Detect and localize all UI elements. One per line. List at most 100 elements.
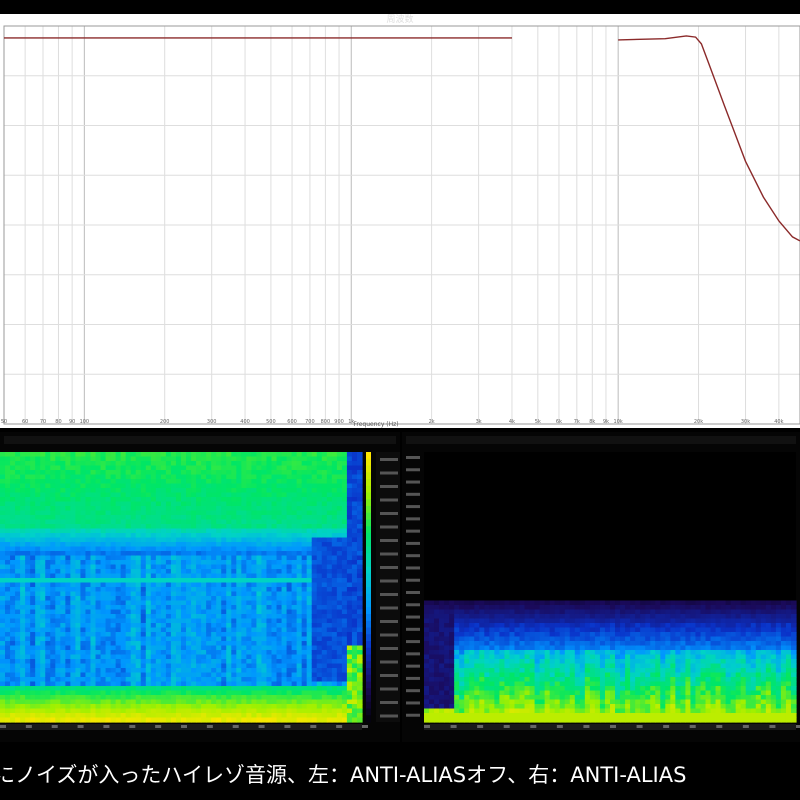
- spectrogram-cell: [326, 668, 333, 674]
- spectrogram-cell: [464, 686, 470, 692]
- spectrogram-cell: [236, 645, 242, 651]
- spectrogram-cell: [191, 686, 197, 692]
- spectrogram-cell: [175, 695, 182, 701]
- spectrogram-cell: [216, 605, 222, 611]
- spectrogram-cell: [70, 690, 77, 696]
- spectrogram-cell: [221, 609, 227, 615]
- spectrogram-cell: [75, 560, 82, 566]
- spectrogram-cell: [226, 695, 232, 701]
- spectrogram-cell: [95, 510, 102, 516]
- spectrogram-cell: [135, 605, 142, 611]
- spectrogram-cell: [261, 600, 268, 606]
- spectrogram-cell: [125, 605, 132, 611]
- spectrogram-cell: [464, 645, 470, 651]
- spectrogram-cell: [15, 605, 21, 611]
- colorbar-step: [366, 661, 371, 669]
- spectrogram-cell: [326, 519, 333, 525]
- spectrogram-cell: [95, 488, 102, 494]
- spectrogram-cell: [216, 506, 222, 512]
- spectrogram-cell: [55, 560, 61, 566]
- spectrogram-cell: [311, 686, 318, 692]
- spectrogram-cell: [181, 582, 187, 588]
- spectrogram-cell: [155, 681, 162, 687]
- spectrogram-cell: [165, 596, 172, 602]
- colorbar-tick: [380, 552, 398, 556]
- spectrogram-cell: [160, 618, 167, 624]
- spectrogram-cell: [256, 668, 263, 674]
- spectrogram-cell: [15, 618, 21, 624]
- spectrogram-cell: [286, 573, 293, 579]
- spectrogram-cell: [140, 555, 147, 561]
- spectrogram-cell: [65, 461, 71, 467]
- spectrogram-cell: [125, 699, 132, 705]
- spectrogram-cell: [291, 681, 298, 687]
- spectrogram-cell: [0, 623, 6, 629]
- spectrogram-cell: [464, 708, 470, 714]
- spectrogram-cell: [241, 497, 247, 503]
- spectrogram-cell: [236, 470, 242, 476]
- spectrogram-cell: [499, 677, 506, 683]
- spectrogram-cell: [424, 672, 430, 678]
- spectrogram-cell: [484, 690, 490, 696]
- spectrogram-cell: [351, 519, 358, 525]
- spectrogram-cell: [10, 650, 16, 656]
- spectrogram-cell: [5, 488, 11, 494]
- spectrogram-cell: [479, 654, 485, 660]
- spectrogram-cell: [201, 641, 207, 647]
- spectrogram-cell: [65, 564, 71, 570]
- spectrogram-cell: [5, 501, 11, 507]
- spectrogram-cell: [70, 456, 77, 462]
- spectrogram-cell: [341, 456, 348, 462]
- spectrogram-cell: [110, 645, 117, 651]
- spectrogram-cell: [211, 636, 217, 642]
- spectrogram-cell: [201, 483, 207, 489]
- spectrogram-cell: [201, 470, 207, 476]
- spectrogram-cell: [145, 483, 152, 489]
- spectrogram-cell: [444, 623, 450, 629]
- spectrogram-cell: [236, 708, 242, 714]
- spectrogram-cell: [346, 636, 353, 642]
- spectrogram-cell: [231, 587, 237, 593]
- spectrogram-cell: [316, 650, 323, 656]
- spectrogram-cell: [55, 713, 61, 719]
- spectrogram-cell: [5, 654, 11, 660]
- spectrogram-cell: [336, 668, 343, 674]
- spectrogram-cell: [251, 668, 258, 674]
- spectrogram-cell: [155, 641, 162, 647]
- spectrogram-cell: [30, 686, 36, 692]
- spectrogram-cell: [150, 528, 157, 534]
- spectrogram-cell: [75, 650, 82, 656]
- spectrogram-cell: [301, 650, 308, 656]
- spectrogram-cell: [110, 501, 117, 507]
- spectrogram-cell: [251, 627, 258, 633]
- spectrogram-cell: [70, 636, 77, 642]
- spectrogram-cell: [296, 546, 303, 552]
- spectrogram-cell: [170, 573, 177, 579]
- spectrogram-cell: [356, 623, 363, 629]
- spectrogram-cell: [296, 470, 303, 476]
- spectrogram-cell: [170, 479, 177, 485]
- spectrogram-cell: [439, 690, 445, 696]
- spectrogram-cell: [150, 591, 157, 597]
- spectrogram-cell: [60, 573, 66, 579]
- spectrogram-cell: [509, 713, 516, 719]
- spectrogram-cell: [321, 713, 328, 719]
- spectrogram-cell: [75, 470, 82, 476]
- spectrogram-cell: [181, 470, 187, 476]
- time-tick: [0, 725, 6, 728]
- spectrogram-cell: [276, 690, 283, 696]
- spectrogram-cell: [356, 699, 363, 705]
- spectrogram-cell: [80, 479, 87, 485]
- spectrogram-cell: [140, 506, 147, 512]
- spectrogram-cell: [479, 690, 485, 696]
- spectrogram-cell: [165, 708, 172, 714]
- spectrogram-cell: [145, 591, 152, 597]
- spectrogram-cell: [155, 645, 162, 651]
- spectrogram-cell: [286, 569, 293, 575]
- spectrogram-cell: [15, 461, 21, 467]
- spectrogram-cell: [130, 510, 137, 516]
- spectrogram-cell: [326, 492, 333, 498]
- spectrogram-cell: [484, 600, 490, 606]
- spectrogram-cell: [331, 614, 338, 620]
- spectrogram-cell: [236, 569, 242, 575]
